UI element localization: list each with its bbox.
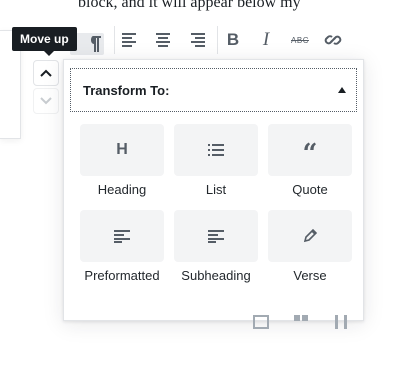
link-icon[interactable] (323, 30, 343, 50)
transform-item-label: List (205, 182, 227, 197)
align-left-icon[interactable] (120, 30, 140, 50)
editor-paragraph-text: block, and it will appear below my (78, 0, 301, 11)
pencil-icon (268, 210, 352, 262)
move-down-button[interactable] (33, 88, 59, 114)
list-icon (174, 124, 258, 176)
align-right-icon[interactable] (187, 30, 207, 50)
paragraph-icon (90, 34, 102, 59)
block-toolbar: B I ABC (64, 20, 364, 61)
heading-icon: H (80, 124, 164, 176)
chevron-up-icon (40, 64, 52, 82)
transform-item-label: Subheading (181, 268, 251, 283)
transform-item-verse[interactable]: Verse (268, 210, 352, 284)
transform-item-subheading[interactable]: Subheading (174, 210, 258, 284)
block-mover (33, 57, 59, 117)
transform-item-label: Verse (293, 268, 327, 283)
transform-to-panel-toggle[interactable]: Transform To: (70, 68, 357, 112)
caret-up-icon (338, 87, 346, 93)
transform-to-title: Transform To: (83, 82, 170, 98)
transform-item-label: Preformatted (84, 268, 160, 283)
html-icon (335, 315, 347, 334)
move-up-button[interactable] (33, 60, 59, 86)
transform-item-list[interactable]: List (174, 124, 258, 198)
gallery-icon (294, 315, 308, 334)
move-up-tooltip: Move up (12, 27, 77, 56)
preformatted-icon (80, 210, 164, 262)
image-icon (253, 315, 269, 334)
transform-item-heading[interactable]: H Heading (80, 124, 164, 198)
transform-item-label: Quote (292, 182, 328, 197)
quote-icon: “ (268, 124, 352, 176)
italic-icon[interactable]: I (256, 29, 276, 50)
transform-item-label: Heading (97, 182, 147, 197)
transform-item-quote[interactable]: “ Quote (268, 124, 352, 198)
align-center-icon[interactable] (153, 30, 173, 50)
transform-item-preformatted[interactable]: Preformatted (80, 210, 164, 284)
block-switcher-popover: Transform To: H Heading List “ Quote Pre… (63, 59, 364, 321)
subheading-icon (174, 210, 258, 262)
chevron-down-icon (40, 92, 52, 110)
strikethrough-icon[interactable]: ABC (289, 30, 311, 50)
bold-icon[interactable]: B (223, 30, 243, 50)
